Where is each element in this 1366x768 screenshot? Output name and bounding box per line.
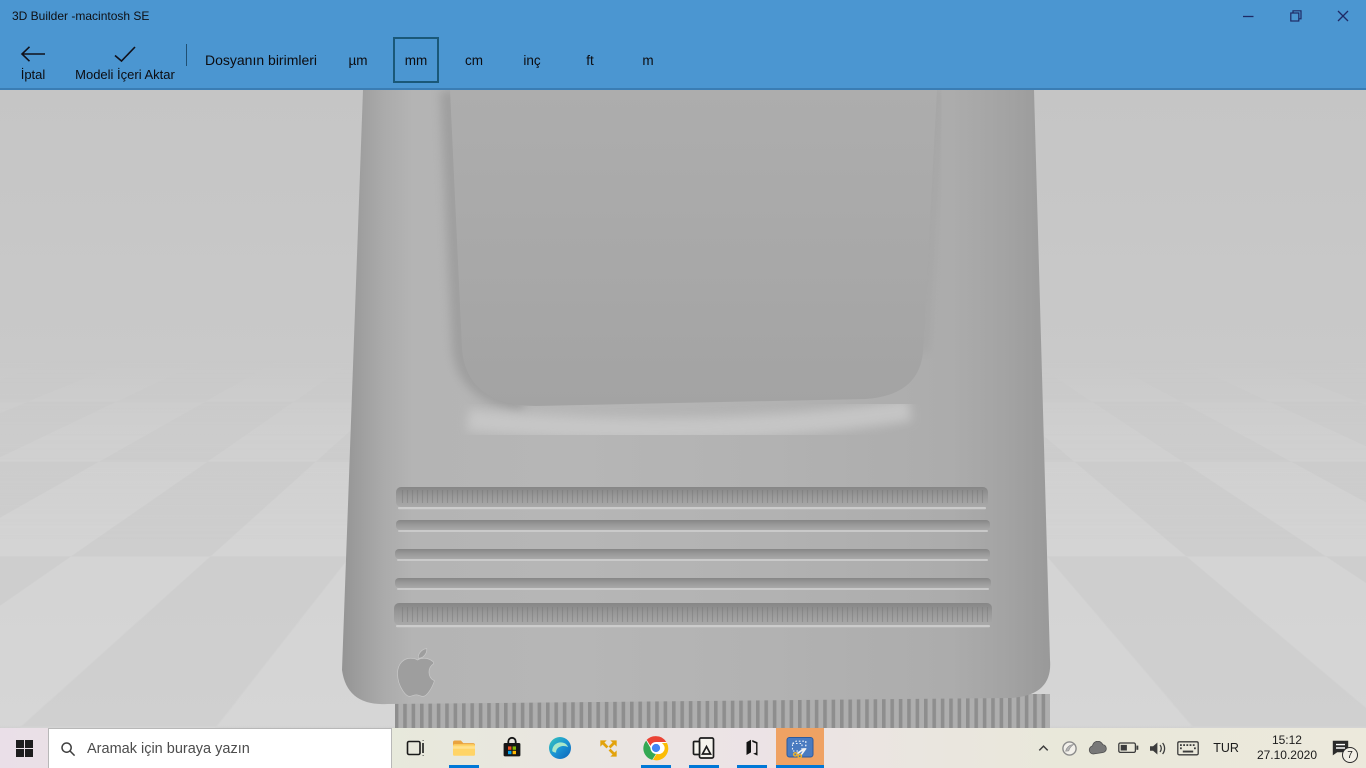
- 3d-viewport-canvas[interactable]: Macintosh SE Windows'u Etkinleştir Windo…: [0, 90, 1366, 728]
- unit-option-m[interactable]: m: [625, 37, 671, 83]
- taskbar-app-photos[interactable]: [680, 728, 728, 768]
- front-vents: [394, 487, 992, 628]
- titlebar: 3D Builder -macintosh SE: [0, 0, 1366, 32]
- clock-date: 27.10.2020: [1256, 748, 1317, 762]
- import-model-button[interactable]: Modeli İçeri Aktar: [66, 32, 184, 88]
- taskbar: TUR 15:12 27.10.2020 7: [0, 728, 1366, 768]
- unit-option-um[interactable]: µm: [335, 37, 381, 83]
- import-toolbar: İptal Modeli İçeri Aktar Dosyanın biriml…: [0, 32, 1366, 90]
- speaker-icon: [1150, 742, 1166, 754]
- tray-app-button[interactable]: [1056, 728, 1083, 768]
- back-arrow-icon: [20, 41, 46, 67]
- battery-icon: [1118, 742, 1139, 754]
- taskbar-app-3d-builder[interactable]: [776, 728, 824, 768]
- system-tray: TUR 15:12 27.10.2020 7: [1031, 728, 1366, 768]
- unit-option-inch[interactable]: inç: [509, 37, 555, 83]
- unit-option-ft[interactable]: ft: [567, 37, 613, 83]
- tray-onedrive-button[interactable]: [1083, 728, 1113, 768]
- clock[interactable]: 15:12 27.10.2020: [1248, 733, 1326, 763]
- tray-battery-button[interactable]: [1113, 728, 1144, 768]
- unit-option-cm[interactable]: cm: [451, 37, 497, 83]
- leaf-swirl-icon: [1062, 740, 1078, 756]
- clock-time: 15:12: [1271, 733, 1302, 747]
- search-icon: [61, 741, 76, 756]
- close-icon: [1337, 10, 1348, 22]
- restore-icon: [1289, 10, 1302, 22]
- action-center-button[interactable]: 7: [1326, 728, 1360, 768]
- crt-screen: [450, 90, 937, 406]
- gold-arrows-icon: [599, 739, 617, 757]
- unit-option-mm[interactable]: mm: [393, 37, 440, 83]
- cancel-button[interactable]: İptal: [0, 32, 66, 88]
- keyboard-icon: [1177, 740, 1200, 755]
- taskbar-app-transfer-arrows[interactable]: [584, 728, 632, 768]
- task-view-icon: [406, 740, 424, 756]
- windows-logo-icon: [15, 739, 33, 757]
- chevron-up-icon: [1038, 744, 1049, 751]
- file-explorer-icon: [453, 740, 475, 756]
- close-button[interactable]: [1319, 0, 1366, 32]
- minimize-icon: [1243, 15, 1254, 17]
- cancel-label: İptal: [20, 67, 46, 82]
- check-icon: [113, 41, 137, 67]
- restore-button[interactable]: [1272, 0, 1319, 32]
- start-button[interactable]: [0, 728, 48, 768]
- photos-icon: [692, 737, 715, 759]
- minimize-button[interactable]: [1225, 0, 1272, 32]
- tray-volume-button[interactable]: [1144, 728, 1172, 768]
- microsoft-edge-icon: [549, 737, 571, 759]
- notification-count-badge: 7: [1342, 747, 1358, 763]
- toolbar-divider: [186, 44, 187, 66]
- taskbar-app-file-explorer[interactable]: [440, 728, 488, 768]
- window-title: 3D Builder -macintosh SE: [12, 9, 150, 23]
- cloud-icon: [1089, 741, 1107, 755]
- language-indicator[interactable]: TUR: [1204, 741, 1248, 755]
- file-units-label: Dosyanın birimleri: [205, 52, 318, 68]
- taskbar-app-microsoft-store[interactable]: [488, 728, 536, 768]
- taskbar-app-google-chrome[interactable]: [632, 728, 680, 768]
- search-input[interactable]: [87, 740, 380, 757]
- task-view-button[interactable]: [392, 728, 440, 768]
- taskbar-app-microsoft-edge[interactable]: [536, 728, 584, 768]
- 3d-builder-icon: [786, 737, 814, 759]
- import-model-label: Modeli İçeri Aktar: [75, 67, 175, 82]
- macintosh-se-model: [342, 90, 1051, 728]
- 3d-viewer-icon: [746, 739, 758, 756]
- microsoft-store-icon: [503, 736, 521, 757]
- taskbar-app-3d-viewer[interactable]: [728, 728, 776, 768]
- tray-touch-keyboard-button[interactable]: [1172, 728, 1204, 768]
- taskbar-search[interactable]: [48, 728, 392, 768]
- tray-show-hidden-icons-button[interactable]: [1031, 728, 1056, 768]
- google-chrome-icon: [643, 736, 669, 761]
